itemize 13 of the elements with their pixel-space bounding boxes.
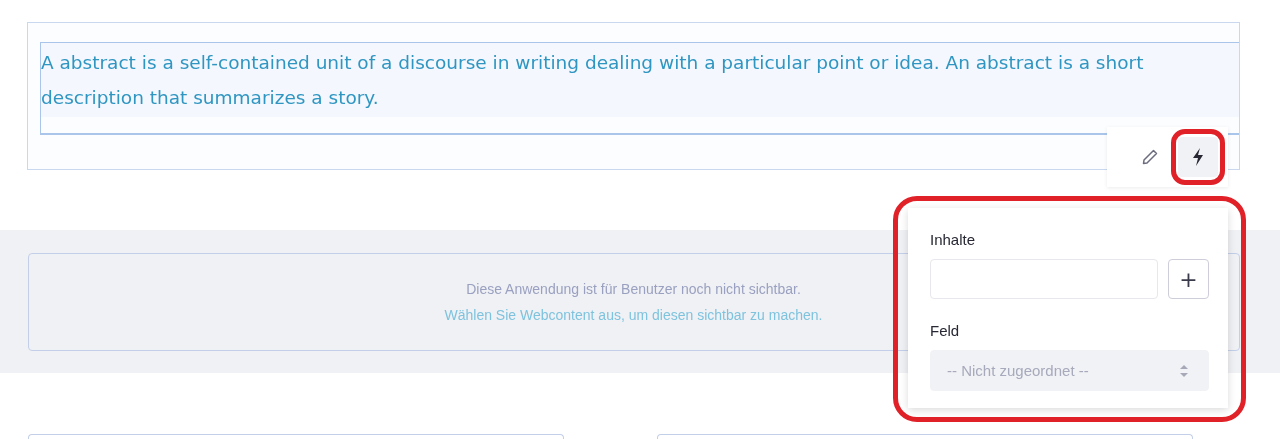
editable-region[interactable]: A abstract is a self-contained unit of a discourse in writing dealing with a particular point or idea. An abstract is a short description that summarizes a story. <box>40 42 1239 135</box>
field-label: Inhalte <box>930 230 977 250</box>
sort-icon <box>1180 364 1188 377</box>
bolt-icon <box>1191 148 1205 166</box>
abstract-paragraph: A abstract is a self-contained unit of a discourse in writing dealing with a particular point or idea. An abstract is a short description that summarizes a story. <box>41 51 1145 110</box>
add-button[interactable]: + <box>1168 259 1209 299</box>
bolt-button[interactable] <box>1178 137 1218 177</box>
pencil-icon <box>1141 148 1159 166</box>
content-input[interactable] <box>930 259 1158 299</box>
notice-hint: Wählen Sie Webcontent aus, um diesen sichtbar zu machen. <box>444 306 823 325</box>
highlight-outline <box>1171 129 1225 185</box>
field-label: Feld <box>930 321 961 341</box>
notice-text: Diese Anwendung ist für Benutzer noch nicht sichtbar. <box>466 280 801 299</box>
